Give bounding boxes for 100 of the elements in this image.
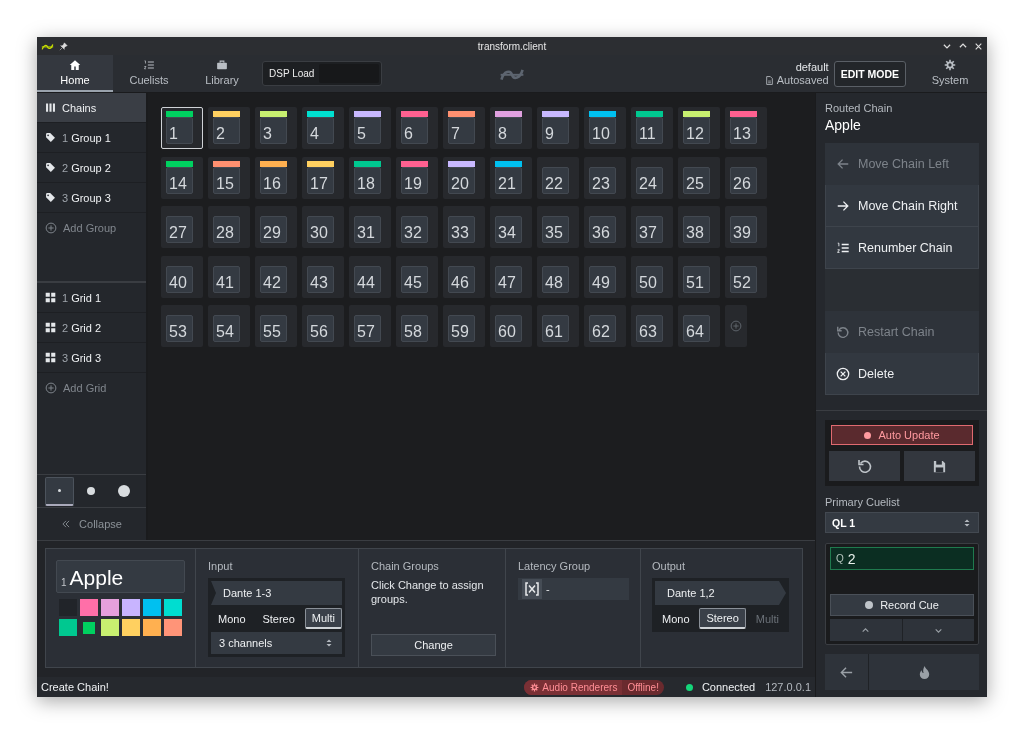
- chain-tile[interactable]: 1: [161, 107, 203, 149]
- chain-tile[interactable]: 44: [349, 255, 391, 298]
- color-swatch[interactable]: [80, 619, 98, 636]
- chain-tile[interactable]: 30: [302, 206, 344, 248]
- chain-tile[interactable]: 23: [584, 156, 626, 199]
- save-button[interactable]: [904, 451, 975, 481]
- color-swatch[interactable]: [59, 619, 77, 636]
- chain-tile[interactable]: 34: [490, 206, 532, 248]
- color-swatch[interactable]: [101, 599, 119, 616]
- tile-size-button[interactable]: [44, 476, 74, 506]
- mode-button[interactable]: Stereo: [699, 608, 746, 629]
- chain-tile[interactable]: 5: [349, 107, 391, 149]
- chain-tile[interactable]: 48: [537, 255, 579, 298]
- add-group-button[interactable]: Add Group: [37, 213, 146, 243]
- chain-action-button[interactable]: Move Chain Right: [825, 185, 979, 227]
- nav-tab[interactable]: Home: [37, 55, 113, 92]
- chain-tile[interactable]: 43: [302, 255, 344, 298]
- chain-action-button[interactable]: Delete: [825, 353, 979, 395]
- mode-button[interactable]: Stereo: [255, 608, 302, 629]
- color-swatch[interactable]: [122, 619, 140, 636]
- grid-item[interactable]: 3 Grid 3: [37, 343, 146, 373]
- chain-tile[interactable]: 28: [208, 206, 250, 248]
- nav-tab[interactable]: Cuelists: [113, 55, 185, 92]
- chain-tile[interactable]: 55: [255, 305, 297, 347]
- color-swatch[interactable]: [164, 599, 182, 616]
- color-swatch[interactable]: [101, 619, 119, 636]
- chain-tile[interactable]: 19: [396, 156, 438, 199]
- chain-tile[interactable]: 49: [584, 255, 626, 298]
- chain-tile[interactable]: 57: [349, 305, 391, 347]
- chain-tile[interactable]: 29: [255, 206, 297, 248]
- chain-name-field[interactable]: 1 Apple: [56, 560, 185, 593]
- grid-item[interactable]: 2 Grid 2: [37, 313, 146, 343]
- chain-tile[interactable]: 20: [443, 156, 485, 199]
- chain-tile[interactable]: 35: [537, 206, 579, 248]
- chain-tile[interactable]: 2: [208, 107, 250, 149]
- chain-tile[interactable]: 27: [161, 206, 203, 248]
- chain-tile[interactable]: 3: [255, 107, 297, 149]
- chain-tile[interactable]: 10: [584, 107, 626, 149]
- color-swatch[interactable]: [122, 599, 140, 616]
- chain-tile[interactable]: 63: [631, 305, 673, 347]
- chain-tile[interactable]: 54: [208, 305, 250, 347]
- group-item[interactable]: 2 Group 2: [37, 153, 146, 183]
- edit-mode-button[interactable]: EDIT MODE: [833, 60, 906, 87]
- chain-tile[interactable]: 53: [161, 305, 203, 347]
- add-chain-button[interactable]: [725, 305, 747, 347]
- chains-item[interactable]: Chains: [37, 93, 146, 123]
- chain-tile[interactable]: 45: [396, 255, 438, 298]
- chain-tile[interactable]: 26: [725, 156, 767, 199]
- group-item[interactable]: 3 Group 3: [37, 183, 146, 213]
- add-grid-button[interactable]: Add Grid: [37, 373, 146, 403]
- channels-select[interactable]: 3 channels: [211, 632, 342, 654]
- input-route-field[interactable]: Dante 1-3: [211, 581, 342, 605]
- chain-tile[interactable]: 60: [490, 305, 532, 347]
- cuelist-select[interactable]: QL 1: [825, 512, 979, 533]
- chain-tile[interactable]: 61: [537, 305, 579, 347]
- chain-tile[interactable]: 24: [631, 156, 673, 199]
- undo-button[interactable]: [829, 451, 900, 481]
- mode-button[interactable]: Mono: [655, 608, 697, 629]
- maximize-button[interactable]: [958, 41, 968, 51]
- chain-tile[interactable]: 14: [161, 156, 203, 199]
- chain-tile[interactable]: 56: [302, 305, 344, 347]
- chain-tile[interactable]: 4: [302, 107, 344, 149]
- chain-tile[interactable]: 12: [678, 107, 720, 149]
- chain-tile[interactable]: 46: [443, 255, 485, 298]
- nav-tab[interactable]: Library: [185, 55, 259, 92]
- color-swatch[interactable]: [164, 619, 182, 636]
- chain-tile[interactable]: 50: [631, 255, 673, 298]
- chain-tile[interactable]: 40: [161, 255, 203, 298]
- chain-tile[interactable]: 42: [255, 255, 297, 298]
- chain-tile[interactable]: 18: [349, 156, 391, 199]
- chain-tile[interactable]: 31: [349, 206, 391, 248]
- chain-tile[interactable]: 38: [678, 206, 720, 248]
- chain-tile[interactable]: 22: [537, 156, 579, 199]
- nav-tab[interactable]: System: [913, 55, 987, 92]
- chain-tile[interactable]: 21: [490, 156, 532, 199]
- chain-tile[interactable]: 25: [678, 156, 720, 199]
- chain-tile[interactable]: 51: [678, 255, 720, 298]
- chain-tile[interactable]: 41: [208, 255, 250, 298]
- chain-tile[interactable]: 58: [396, 305, 438, 347]
- collapse-button[interactable]: Collapse: [37, 508, 146, 540]
- chain-tile[interactable]: 62: [584, 305, 626, 347]
- chain-tile[interactable]: 9: [537, 107, 579, 149]
- mode-button[interactable]: Mono: [211, 608, 253, 629]
- cue-number-field[interactable]: Q 2: [830, 547, 974, 570]
- color-swatch[interactable]: [143, 619, 161, 636]
- output-route-field[interactable]: Dante 1,2: [655, 581, 786, 605]
- mode-button[interactable]: Multi: [304, 608, 342, 629]
- chain-tile[interactable]: 59: [443, 305, 485, 347]
- chain-tile[interactable]: 39: [725, 206, 767, 248]
- chain-tile[interactable]: 7: [443, 107, 485, 149]
- close-button[interactable]: [974, 41, 983, 51]
- chain-tile[interactable]: 37: [631, 206, 673, 248]
- chain-tile[interactable]: 8: [490, 107, 532, 149]
- color-swatch[interactable]: [80, 599, 98, 616]
- grid-item[interactable]: 1 Grid 1: [37, 283, 146, 313]
- chain-action-button[interactable]: Renumber Chain: [825, 227, 979, 269]
- chain-tile[interactable]: 36: [584, 206, 626, 248]
- change-button[interactable]: Change: [371, 634, 496, 656]
- chain-tile[interactable]: 6: [396, 107, 438, 149]
- chain-tile[interactable]: 11: [631, 107, 673, 149]
